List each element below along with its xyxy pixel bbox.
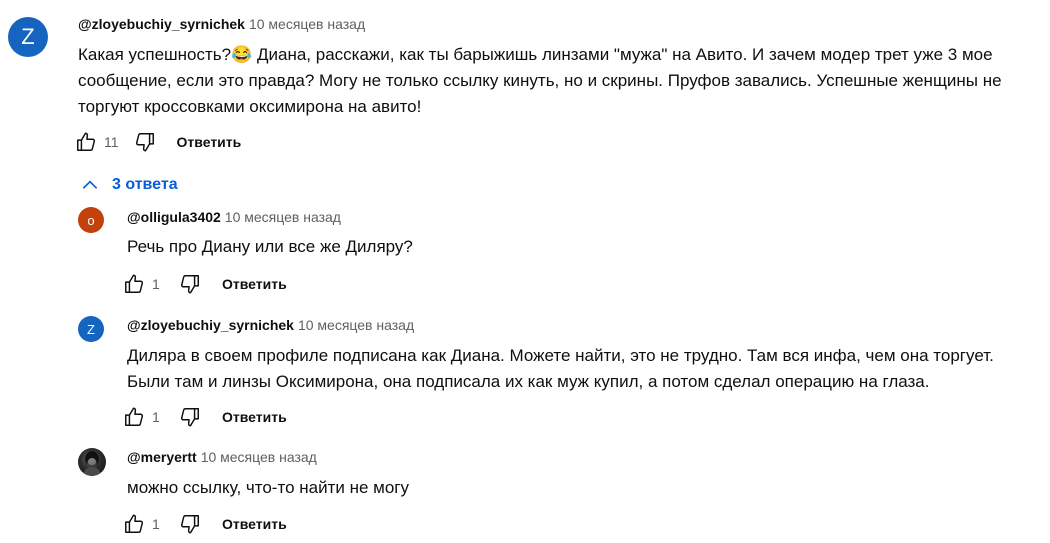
like-count: 1 xyxy=(152,516,160,532)
like-count: 11 xyxy=(104,134,119,150)
comment-text-line: можно ссылку, что-то найти не могу xyxy=(127,478,409,497)
thumbs-down-icon xyxy=(180,408,199,427)
comment-header: @meryertt 10 месяцев назад xyxy=(127,449,317,467)
avatar[interactable]: Z xyxy=(78,316,104,342)
dislike-button[interactable] xyxy=(178,272,202,296)
comment-time[interactable]: 10 месяцев назад xyxy=(201,449,317,465)
comment-text-line: Были там и линзы Оксимирона, она подписа… xyxy=(127,372,930,391)
comment-header: @zloyebuchiy_syrnichek 10 месяцев назад xyxy=(78,16,365,34)
avatar-letter: Z xyxy=(21,24,35,49)
comment-text: Какая успешность?😂 Диана, расскажи, как … xyxy=(78,42,1038,120)
comment-author[interactable]: @zloyebuchiy_syrnichek xyxy=(78,16,245,32)
comment-author[interactable]: @zloyebuchiy_syrnichek xyxy=(127,317,294,333)
comment-text-line: Диляра в своем профиле подписана как Диа… xyxy=(127,346,994,365)
dislike-button[interactable] xyxy=(133,130,157,154)
comment-text: можно ссылку, что-то найти не могу xyxy=(127,475,1027,501)
thumbs-up-icon xyxy=(125,274,144,293)
reply-button[interactable]: Ответить xyxy=(222,276,287,292)
avatar[interactable]: o xyxy=(78,207,104,233)
comment-time[interactable]: 10 месяцев назад xyxy=(298,317,414,333)
comment-text-line: сообщение, если это правда? Могу не толь… xyxy=(78,71,1002,90)
comment-actions: 1 Ответить xyxy=(122,405,287,429)
thumbs-down-icon xyxy=(135,133,154,152)
like-count: 1 xyxy=(152,409,160,425)
chevron-up-icon xyxy=(82,180,98,189)
avatar[interactable] xyxy=(78,448,106,476)
comment-actions: 1 Ответить xyxy=(122,512,287,536)
comment-author[interactable]: @meryertt xyxy=(127,449,197,465)
reply-button[interactable]: Ответить xyxy=(222,516,287,532)
like-button[interactable] xyxy=(122,272,146,296)
replies-toggle-button[interactable]: 3 ответа xyxy=(80,173,178,197)
like-button[interactable] xyxy=(74,130,98,154)
comment-header: @zloyebuchiy_syrnichek 10 месяцев назад xyxy=(127,317,414,335)
thumbs-up-icon xyxy=(125,407,144,426)
replies-count-label: 3 ответа xyxy=(112,176,178,193)
reply-button[interactable]: Ответить xyxy=(222,409,287,425)
like-count: 1 xyxy=(152,276,160,292)
comment-text: Речь про Диану или все же Диляру? xyxy=(127,234,1027,260)
like-button[interactable] xyxy=(122,512,146,536)
comment-text-line: торгуют кроссовками оксимирона на авито! xyxy=(78,97,422,116)
comment-header: @olligula3402 10 месяцев назад xyxy=(127,209,341,227)
avatar[interactable]: Z xyxy=(8,17,48,57)
avatar-photo-icon xyxy=(83,451,101,476)
thumbs-down-icon xyxy=(180,275,199,294)
thumbs-down-icon xyxy=(180,515,199,534)
avatar-letter: o xyxy=(87,212,95,228)
comment-time[interactable]: 10 месяцев назад xyxy=(249,16,365,32)
comment-text-line: Речь про Диану или все же Диляру? xyxy=(127,237,413,256)
comment-time[interactable]: 10 месяцев назад xyxy=(225,209,341,225)
reply-button[interactable]: Ответить xyxy=(177,134,242,150)
dislike-button[interactable] xyxy=(178,512,202,536)
comment-actions: 11 Ответить xyxy=(74,130,241,154)
dislike-button[interactable] xyxy=(178,405,202,429)
like-button[interactable] xyxy=(122,405,146,429)
thumbs-up-icon xyxy=(77,132,96,151)
comment-text: Диляра в своем профиле подписана как Диа… xyxy=(127,343,1047,395)
thumbs-up-icon xyxy=(125,514,144,533)
comment-actions: 1 Ответить xyxy=(122,272,287,296)
comment-text-line: Какая успешность?😂 Диана, расскажи, как … xyxy=(78,45,993,64)
comment-author[interactable]: @olligula3402 xyxy=(127,209,221,225)
avatar-letter: Z xyxy=(87,321,95,337)
